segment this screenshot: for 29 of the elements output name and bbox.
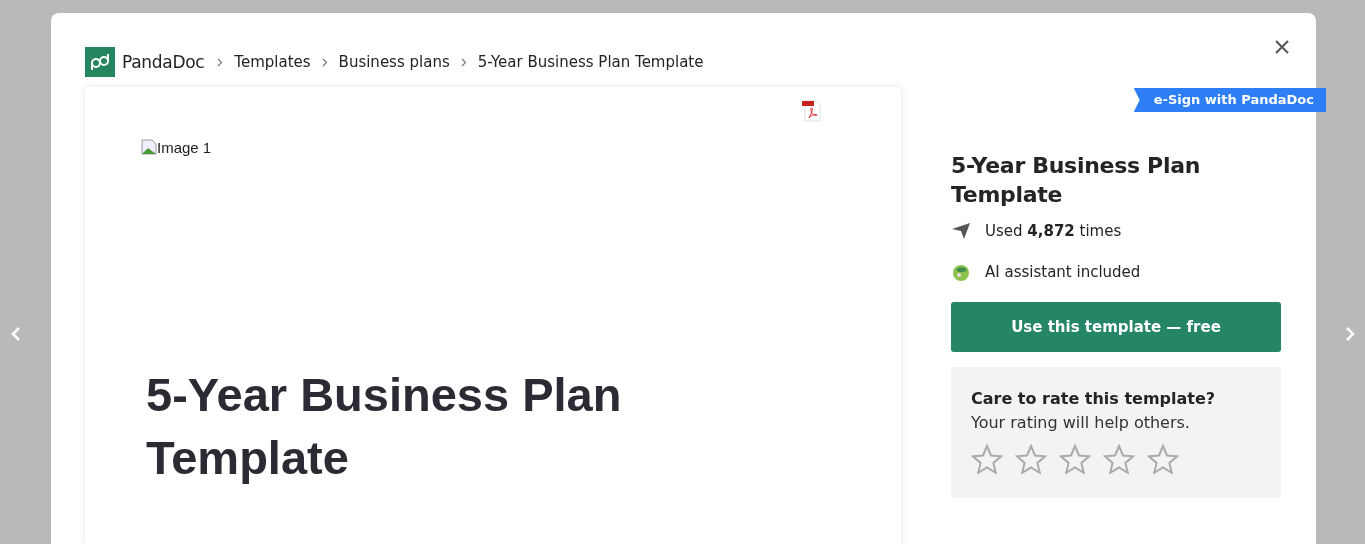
image-alt-text: Image 1 xyxy=(157,139,212,156)
use-template-button[interactable]: Use this template — free xyxy=(951,302,1281,352)
rating-title: Care to rate this template? xyxy=(971,389,1217,408)
star-icon[interactable] xyxy=(1059,444,1091,474)
brand-name[interactable]: PandaDoc xyxy=(122,52,205,72)
breadcrumb-link[interactable]: Templates xyxy=(234,53,311,71)
chevron-icon xyxy=(217,57,224,67)
star-icon[interactable] xyxy=(1147,444,1179,474)
pdf-file-icon xyxy=(801,99,823,123)
template-title: 5-Year Business Plan Template xyxy=(951,152,1202,209)
chevron-icon xyxy=(321,57,328,67)
star-icon[interactable] xyxy=(1103,444,1135,474)
next-arrow-icon[interactable] xyxy=(1344,326,1356,342)
breadcrumb-link[interactable]: Business plans xyxy=(338,53,450,71)
star-icon[interactable] xyxy=(1015,444,1047,474)
leaf-icon xyxy=(951,262,971,282)
close-icon[interactable] xyxy=(1274,39,1290,55)
star-icon[interactable] xyxy=(971,444,1003,474)
ribbon-badge: e-Sign with PandaDoc xyxy=(1133,88,1326,112)
broken-image-icon xyxy=(141,139,157,155)
rating-subtitle: Your rating will help others. xyxy=(971,413,1191,432)
previous-arrow-icon[interactable] xyxy=(10,326,22,342)
document-title: 5-Year Business Plan Template xyxy=(146,367,623,486)
feature-text: Used 4,872 times xyxy=(985,222,1122,240)
breadcrumb-link[interactable]: 5-Year Business Plan Template xyxy=(477,53,704,71)
paper-plane-icon xyxy=(951,222,971,240)
chevron-icon xyxy=(460,57,467,67)
feature-text: AI assistant included xyxy=(985,263,1141,281)
logo-icon xyxy=(85,47,115,77)
